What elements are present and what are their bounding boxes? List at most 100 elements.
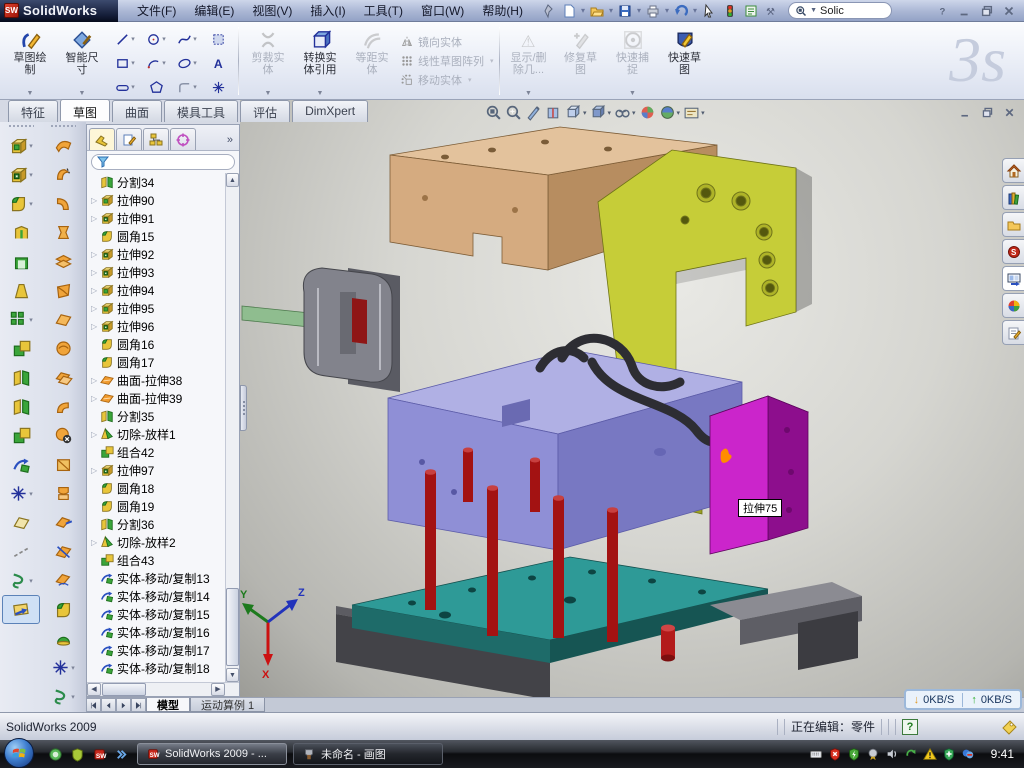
helix-tool[interactable]: ▾ bbox=[2, 566, 40, 595]
tree-vertical-scrollbar[interactable]: ▲ ▼ bbox=[225, 173, 239, 682]
tree-item[interactable]: 实体-移动/复制13 bbox=[87, 569, 239, 587]
tree-item[interactable]: 分割34 bbox=[87, 173, 239, 191]
expand-arrow-icon[interactable]: ▷ bbox=[91, 214, 100, 223]
close-icon[interactable] bbox=[1002, 4, 1016, 18]
surf-boundary-tool[interactable] bbox=[44, 276, 82, 305]
dropdown-arrow-icon[interactable]: ▾ bbox=[665, 6, 669, 15]
sketch-tool-text[interactable]: A bbox=[203, 51, 233, 75]
sketch-tool-polygon[interactable] bbox=[141, 75, 171, 99]
dome-tool[interactable] bbox=[44, 624, 82, 653]
scroll-down-button[interactable]: ▼ bbox=[226, 668, 239, 682]
menu-4[interactable]: 插入(I) bbox=[301, 0, 354, 22]
expand-arrow-icon[interactable]: ▷ bbox=[91, 268, 100, 277]
part-base-plates[interactable] bbox=[336, 557, 862, 697]
dropdown-arrow-icon[interactable]: ▾ bbox=[193, 35, 197, 43]
shield-icon[interactable] bbox=[70, 747, 85, 762]
surf-loft-tool[interactable] bbox=[44, 247, 82, 276]
surf-fill-tool[interactable] bbox=[44, 334, 82, 363]
sketch-tool-ellipse[interactable]: ▾ bbox=[172, 51, 202, 75]
shield-plus-icon[interactable] bbox=[942, 747, 956, 761]
menu-5[interactable]: 工具(T) bbox=[355, 0, 412, 22]
surf-flex-tool[interactable] bbox=[44, 218, 82, 247]
expand-arrow-icon[interactable]: ▷ bbox=[91, 538, 100, 547]
tree-item[interactable]: 实体-移动/复制17 bbox=[87, 641, 239, 659]
dropdown-arrow-icon[interactable]: ▼ bbox=[79, 90, 86, 97]
dropdown-arrow-icon[interactable]: ▾ bbox=[71, 664, 75, 672]
dropdown-arrow-icon[interactable]: ▾ bbox=[193, 83, 197, 91]
scroll-right-button[interactable]: ▶ bbox=[211, 683, 225, 696]
display-style-icon[interactable]: ▾ bbox=[590, 104, 612, 121]
graphics-viewport[interactable]: X Y Z ▾▾▾▾▾ S 拉伸75 bbox=[240, 100, 1024, 697]
panel-splitter-handle[interactable] bbox=[240, 385, 247, 431]
draft-tool[interactable] bbox=[2, 276, 40, 305]
dropdown-arrow-icon[interactable]: ▾ bbox=[131, 59, 135, 67]
dropdown-arrow-icon[interactable]: ▾ bbox=[193, 59, 197, 67]
ribbon-button-convert-entities[interactable]: 转换实 体引用▼ bbox=[294, 25, 346, 97]
warning-icon[interactable] bbox=[923, 747, 937, 761]
dropdown-arrow-icon[interactable]: ▾ bbox=[632, 109, 636, 117]
appearance-icon[interactable] bbox=[639, 104, 656, 121]
toolbar-drag-handle[interactable] bbox=[8, 124, 34, 129]
tree-item[interactable]: ▷拉伸95 bbox=[87, 299, 239, 317]
search-dropdown-icon[interactable]: ▼ bbox=[810, 7, 817, 14]
search-input[interactable]: Solic bbox=[820, 5, 844, 17]
expand-arrow-icon[interactable]: ▷ bbox=[91, 430, 100, 439]
surf-revolve-tool[interactable] bbox=[44, 160, 82, 189]
surf-delete-tool[interactable] bbox=[44, 421, 82, 450]
annotation-view-icon[interactable]: ▾ bbox=[683, 104, 705, 121]
surf-offset-tool[interactable] bbox=[44, 363, 82, 392]
tree-filter-box[interactable] bbox=[91, 154, 235, 170]
dropdown-arrow-icon[interactable]: ▾ bbox=[29, 200, 33, 208]
dropdown-arrow-icon[interactable]: ▾ bbox=[29, 577, 33, 585]
tree-item[interactable]: ▷拉伸90 bbox=[87, 191, 239, 209]
dropdown-arrow-icon[interactable]: ▾ bbox=[581, 6, 585, 15]
scroll-left-button[interactable]: ◀ bbox=[87, 683, 101, 696]
dropdown-arrow-icon[interactable]: ▾ bbox=[701, 109, 705, 117]
split-tool[interactable] bbox=[2, 392, 40, 421]
tab-评估[interactable]: 评估 bbox=[240, 100, 290, 122]
tab-特征[interactable]: 特征 bbox=[8, 100, 58, 122]
scroll-thumb[interactable] bbox=[226, 588, 239, 666]
sketch-tool-arc[interactable]: ▾ bbox=[141, 51, 171, 75]
tree-item[interactable]: ▷切除-放样1 bbox=[87, 425, 239, 443]
dropdown-arrow-icon[interactable]: ▾ bbox=[71, 693, 75, 701]
task-button-1[interactable]: SWSolidWorks 2009 - ... bbox=[137, 743, 287, 765]
toolbox-icon[interactable]: ⚒ bbox=[762, 2, 782, 20]
tree-item[interactable]: ▷拉伸94 bbox=[87, 281, 239, 299]
task-button-2[interactable]: 未命名 - 画图 bbox=[293, 743, 443, 765]
surf-extend-tool[interactable] bbox=[44, 508, 82, 537]
search-box[interactable]: ▼ Solic bbox=[788, 2, 892, 19]
new-file-icon[interactable] bbox=[559, 2, 579, 20]
combine-tool[interactable] bbox=[2, 421, 40, 450]
tree-item[interactable]: 组合43 bbox=[87, 551, 239, 569]
move-copy-body-tool[interactable] bbox=[2, 450, 40, 479]
tree-horizontal-scrollbar[interactable]: ◀ ▶ bbox=[87, 682, 239, 696]
dropdown-arrow-icon[interactable]: ▾ bbox=[29, 171, 33, 179]
sketch-tool-circle[interactable]: ▾ bbox=[141, 27, 171, 51]
instant3d-tool[interactable] bbox=[2, 595, 40, 624]
ribbon-button-sketch[interactable]: 草图绘 制▼ bbox=[4, 25, 56, 97]
configurationmanager-icon[interactable] bbox=[143, 128, 169, 150]
dropdown-arrow-icon[interactable]: ▾ bbox=[29, 316, 33, 324]
tree-item[interactable]: 圆角18 bbox=[87, 479, 239, 497]
surf-mid-tool[interactable] bbox=[44, 479, 82, 508]
dropdown-arrow-icon[interactable]: ▾ bbox=[609, 6, 613, 15]
ribbon-button-rapid-sketch[interactable]: 快速草 图 bbox=[659, 25, 711, 97]
tree-item[interactable]: 实体-移动/复制14 bbox=[87, 587, 239, 605]
keyboard-icon[interactable] bbox=[809, 747, 823, 761]
section-view-icon[interactable] bbox=[545, 104, 562, 121]
doc-restore-icon[interactable] bbox=[981, 106, 994, 119]
split-tool[interactable] bbox=[2, 363, 40, 392]
last-icon[interactable] bbox=[131, 698, 146, 712]
tree-item[interactable]: 实体-移动/复制18 bbox=[87, 659, 239, 677]
tree-item[interactable]: 组合42 bbox=[87, 443, 239, 461]
undo-icon[interactable] bbox=[671, 2, 691, 20]
sketch-line-tool[interactable] bbox=[2, 537, 40, 566]
dropdown-arrow-icon[interactable]: ▾ bbox=[162, 59, 166, 67]
dropdown-arrow-icon[interactable]: ▾ bbox=[29, 142, 33, 150]
fillet-tool[interactable] bbox=[44, 595, 82, 624]
rebuild-icon[interactable] bbox=[720, 2, 740, 20]
sketch-tool-select-box[interactable] bbox=[203, 27, 233, 51]
part-clamp[interactable] bbox=[242, 268, 400, 392]
surf-trim-tool[interactable] bbox=[44, 537, 82, 566]
